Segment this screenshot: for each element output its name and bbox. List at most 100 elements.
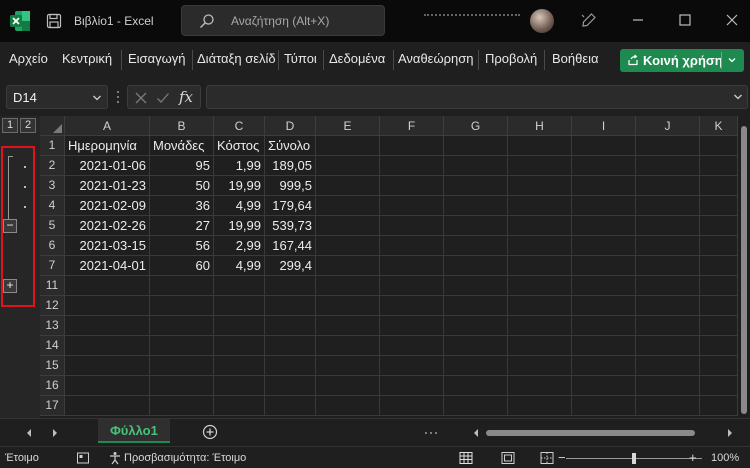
cell[interactable] [636,316,700,336]
cell[interactable] [444,216,508,236]
cell[interactable] [65,296,150,316]
cell[interactable] [316,136,380,156]
column-header-h[interactable]: H [508,116,572,136]
tab-file[interactable]: Αρχείο [9,51,48,66]
cell[interactable] [150,376,214,396]
cell[interactable] [65,396,150,416]
row-header[interactable]: 13 [40,316,65,336]
cell[interactable] [700,376,738,396]
row-header[interactable]: 3 [40,176,65,196]
cell[interactable] [380,396,444,416]
cell[interactable] [636,336,700,356]
cell[interactable]: 1,99 [214,156,265,176]
cell[interactable] [444,376,508,396]
tab-review[interactable]: Αναθεώρηση [398,51,475,66]
cell[interactable] [65,376,150,396]
cell[interactable] [508,356,572,376]
status-accessibility[interactable]: Προσβασιμότητα: Έτοιμο [124,452,246,464]
tab-view[interactable]: Προβολή [485,51,537,66]
cell[interactable] [380,296,444,316]
row-header[interactable]: 14 [40,336,65,356]
cell[interactable] [572,356,636,376]
cell[interactable] [444,176,508,196]
cell[interactable]: 2021-04-01 [65,256,150,276]
cell[interactable]: Κόστος [214,136,265,156]
column-header-e[interactable]: E [316,116,380,136]
cell[interactable] [380,336,444,356]
cell[interactable] [444,276,508,296]
cell[interactable] [316,156,380,176]
row-header[interactable]: 2 [40,156,65,176]
column-header-c[interactable]: C [214,116,265,136]
cell[interactable] [380,196,444,216]
row-header[interactable]: 4 [40,196,65,216]
cell[interactable]: 999,5 [265,176,316,196]
cell[interactable] [316,216,380,236]
expand-formula-bar-icon[interactable] [733,92,743,102]
column-header-a[interactable]: A [65,116,150,136]
cell[interactable] [380,236,444,256]
cell[interactable] [572,396,636,416]
cell[interactable]: Μονάδες [150,136,214,156]
cell[interactable] [380,356,444,376]
cell[interactable] [636,356,700,376]
cell[interactable] [636,296,700,316]
zoom-in-icon[interactable]: + [689,450,697,465]
cell[interactable] [700,196,738,216]
cell[interactable] [150,316,214,336]
cell[interactable]: 2021-01-23 [65,176,150,196]
cell[interactable] [444,136,508,156]
cell[interactable] [636,256,700,276]
cell[interactable] [265,356,316,376]
cell[interactable]: 2021-01-06 [65,156,150,176]
cell[interactable] [572,336,636,356]
cell[interactable]: 95 [150,156,214,176]
cell[interactable] [572,236,636,256]
cell[interactable] [508,256,572,276]
outline-level-1-button[interactable]: 1 [2,118,18,133]
cell[interactable] [636,216,700,236]
column-header-f[interactable]: F [380,116,444,136]
tab-home[interactable]: Κεντρική [62,51,112,66]
cell[interactable] [508,136,572,156]
row-header[interactable]: 16 [40,376,65,396]
cell[interactable] [444,296,508,316]
cell[interactable] [265,376,316,396]
cell[interactable] [700,176,738,196]
cell[interactable] [265,396,316,416]
cell[interactable] [150,296,214,316]
cell[interactable] [65,356,150,376]
cell[interactable] [700,256,738,276]
search-box[interactable]: Αναζήτηση (Alt+X) [181,5,385,36]
cell[interactable] [636,396,700,416]
cell[interactable] [572,276,636,296]
cell[interactable] [508,276,572,296]
cell[interactable]: 2021-02-09 [65,196,150,216]
cell[interactable] [265,316,316,336]
cell[interactable]: 2021-03-15 [65,236,150,256]
cell[interactable] [380,216,444,236]
cell[interactable]: 60 [150,256,214,276]
cell[interactable] [636,136,700,156]
row-header[interactable]: 11 [40,276,65,296]
cell[interactable] [380,376,444,396]
cell[interactable] [508,236,572,256]
formula-input[interactable] [206,85,748,109]
cell[interactable] [444,196,508,216]
cell[interactable] [700,316,738,336]
cell[interactable]: 189,05 [265,156,316,176]
cell[interactable] [316,236,380,256]
row-header[interactable]: 7 [40,256,65,276]
zoom-out-icon[interactable]: − [558,450,566,465]
cell[interactable] [572,296,636,316]
cell[interactable] [700,336,738,356]
cell[interactable]: 299,4 [265,256,316,276]
minimize-icon[interactable] [629,11,647,29]
cell[interactable]: 27 [150,216,214,236]
cell[interactable] [265,276,316,296]
cell[interactable] [572,176,636,196]
cell[interactable] [316,276,380,296]
cell[interactable] [636,376,700,396]
row-header[interactable]: 6 [40,236,65,256]
cell[interactable] [700,236,738,256]
